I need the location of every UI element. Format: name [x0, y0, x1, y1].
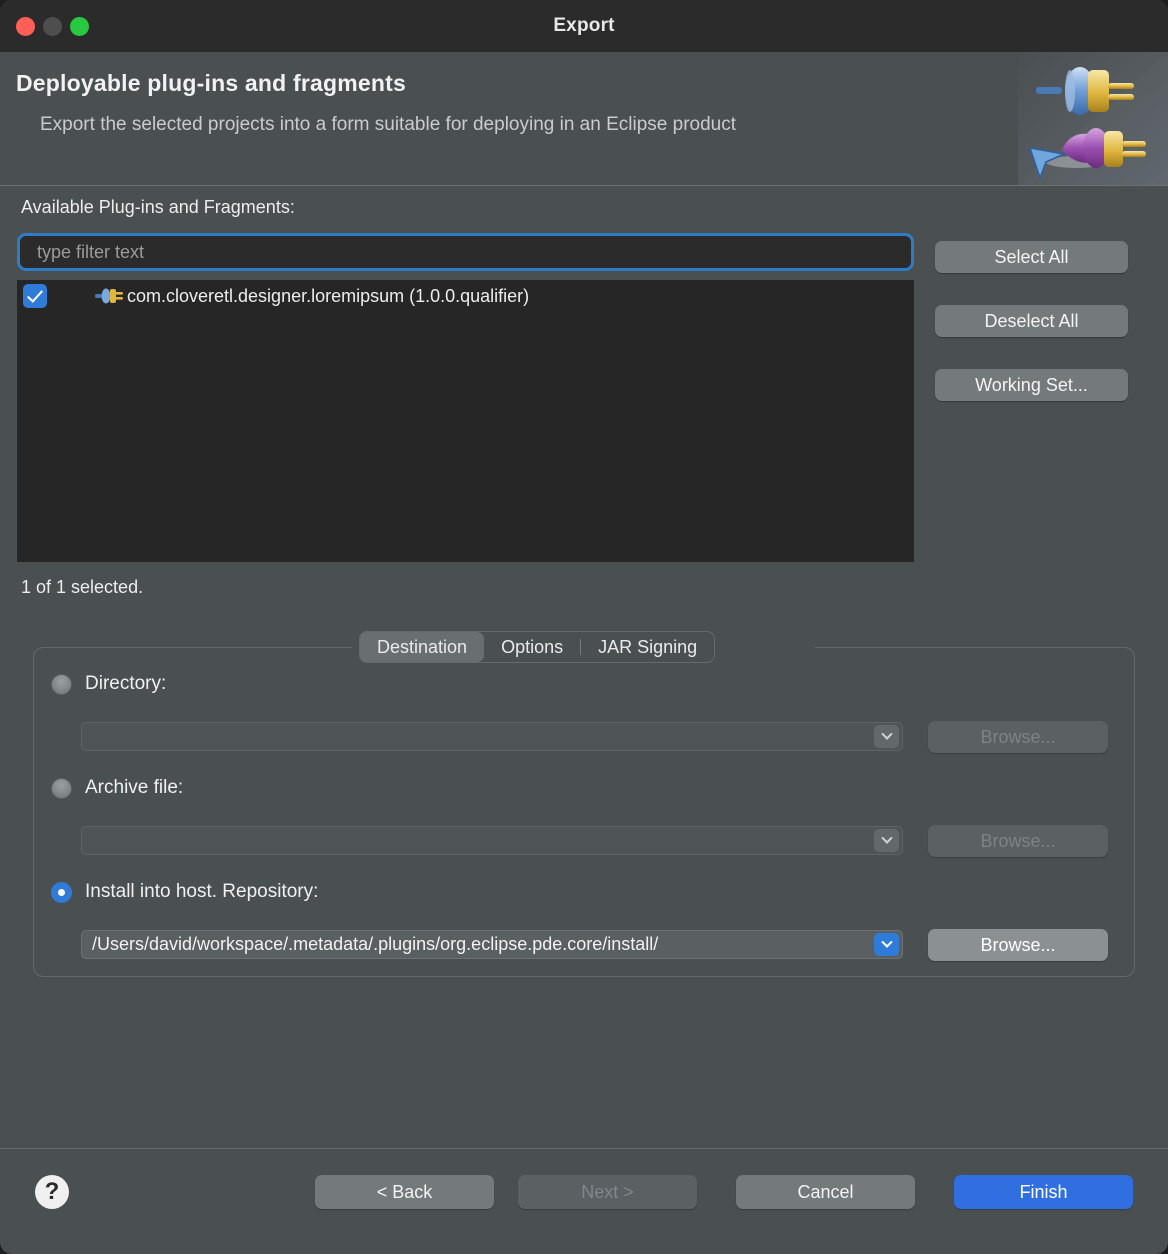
next-button[interactable]: Next > [518, 1175, 697, 1209]
finish-button[interactable]: Finish [954, 1175, 1133, 1209]
export-dialog-window: Export Deployable plug-ins and fragments… [0, 0, 1168, 1254]
deselect-all-button[interactable]: Deselect All [935, 305, 1128, 337]
tab-jar-signing[interactable]: JAR Signing [581, 632, 714, 662]
tab-options[interactable]: Options [484, 632, 580, 662]
plugin-icon [95, 288, 123, 304]
selected-count-label: 1 of 1 selected. [21, 577, 144, 597]
destination-group-panel [33, 647, 1135, 977]
maximize-button[interactable] [70, 16, 89, 36]
close-button[interactable] [16, 16, 35, 36]
select-all-button[interactable]: Select All [935, 241, 1128, 273]
list-item[interactable]: com.cloveretl.designer.loremipsum (1.0.0… [17, 280, 914, 312]
back-button[interactable]: < Back [315, 1175, 494, 1209]
window-controls [16, 0, 89, 52]
plugin-list[interactable]: com.cloveretl.designer.loremipsum (1.0.0… [17, 280, 914, 562]
plug-connector-banner-icon [1018, 52, 1168, 185]
banner-description: Export the selected projects into a form… [40, 114, 736, 135]
tab-destination[interactable]: Destination [360, 632, 485, 662]
tab-bar: Destination Options JAR Signing [359, 631, 716, 663]
available-plugins-label: Available Plug-ins and Fragments: [21, 197, 295, 217]
window-title: Export [553, 15, 615, 36]
title-bar: Export [0, 0, 1168, 52]
help-button[interactable]: ? [35, 1175, 69, 1209]
plugin-label: com.cloveretl.designer.loremipsum (1.0.0… [127, 285, 530, 306]
wizard-banner: Deployable plug-ins and fragments Export… [0, 52, 1168, 186]
banner-title: Deployable plug-ins and fragments [16, 70, 406, 96]
filter-input[interactable] [20, 236, 911, 268]
plugin-checkbox[interactable] [23, 284, 47, 308]
filter-field-wrapper[interactable] [17, 233, 914, 271]
dialog-body: Available Plug-ins and Fragments: com.cl… [0, 186, 1168, 1186]
minimize-button[interactable] [43, 16, 62, 36]
working-set-button[interactable]: Working Set... [935, 369, 1128, 401]
cancel-button[interactable]: Cancel [736, 1175, 915, 1209]
dialog-footer: ? < Back Next > Cancel Finish [0, 1148, 1168, 1254]
